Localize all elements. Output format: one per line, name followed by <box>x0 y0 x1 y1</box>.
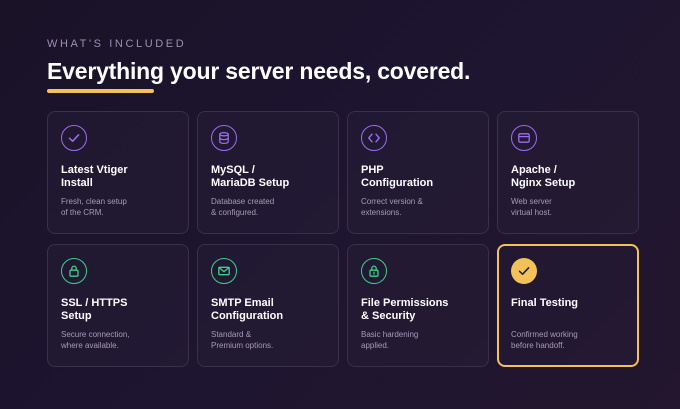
feature-title: Final Testing <box>511 297 579 309</box>
check-badge-icon <box>511 258 537 284</box>
code-icon <box>361 125 387 151</box>
feature-card-apache: Apache / Nginx Setup Web server virtual … <box>497 111 639 234</box>
browser-window-icon <box>511 125 537 151</box>
check-circle-icon <box>61 125 87 151</box>
feature-description: Database created & configured. <box>211 197 275 217</box>
feature-card-mysql: MySQL / MariaDB Setup Database created &… <box>197 111 339 234</box>
features-grid: Latest Vtiger Install Fresh, clean setup… <box>47 111 639 367</box>
feature-title: SMTP Email Configuration <box>211 297 284 322</box>
feature-description: Fresh, clean setup of the CRM. <box>61 197 127 217</box>
feature-card-vtiger: Latest Vtiger Install Fresh, clean setup… <box>47 111 189 234</box>
mail-icon <box>211 258 237 284</box>
headline-underline <box>47 89 154 93</box>
feature-description: Confirmed working before handoff. <box>511 330 578 350</box>
feature-description: Web server virtual host. <box>511 197 552 217</box>
feature-card-ssl: SSL / HTTPS Setup Secure connection, whe… <box>47 244 189 367</box>
lock-icon <box>61 258 87 284</box>
section-headline: Everything your server needs, covered. <box>47 58 471 84</box>
feature-card-php: PHP Configuration Correct version & exte… <box>347 111 489 234</box>
feature-description: Correct version & extensions. <box>361 197 423 217</box>
lock-icon <box>361 258 387 284</box>
feature-description: Standard & Premium options. <box>211 330 274 350</box>
feature-title: SSL / HTTPS Setup <box>61 297 128 322</box>
feature-description: Secure connection, where available. <box>61 330 130 350</box>
feature-title: Apache / Nginx Setup <box>511 164 576 189</box>
feature-description: Basic hardening applied. <box>361 330 419 350</box>
section-eyebrow: WHAT'S INCLUDED <box>47 38 187 50</box>
feature-title: File Permissions & Security <box>361 297 449 322</box>
feature-title: MySQL / MariaDB Setup <box>211 164 290 189</box>
feature-title: PHP Configuration <box>361 164 434 189</box>
database-icon <box>211 125 237 151</box>
feature-title: Latest Vtiger Install <box>61 164 128 189</box>
feature-card-permissions: File Permissions & Security Basic harden… <box>347 244 489 367</box>
feature-card-final-testing: Final Testing Confirmed working before h… <box>497 244 639 367</box>
feature-card-smtp: SMTP Email Configuration Standard & Prem… <box>197 244 339 367</box>
